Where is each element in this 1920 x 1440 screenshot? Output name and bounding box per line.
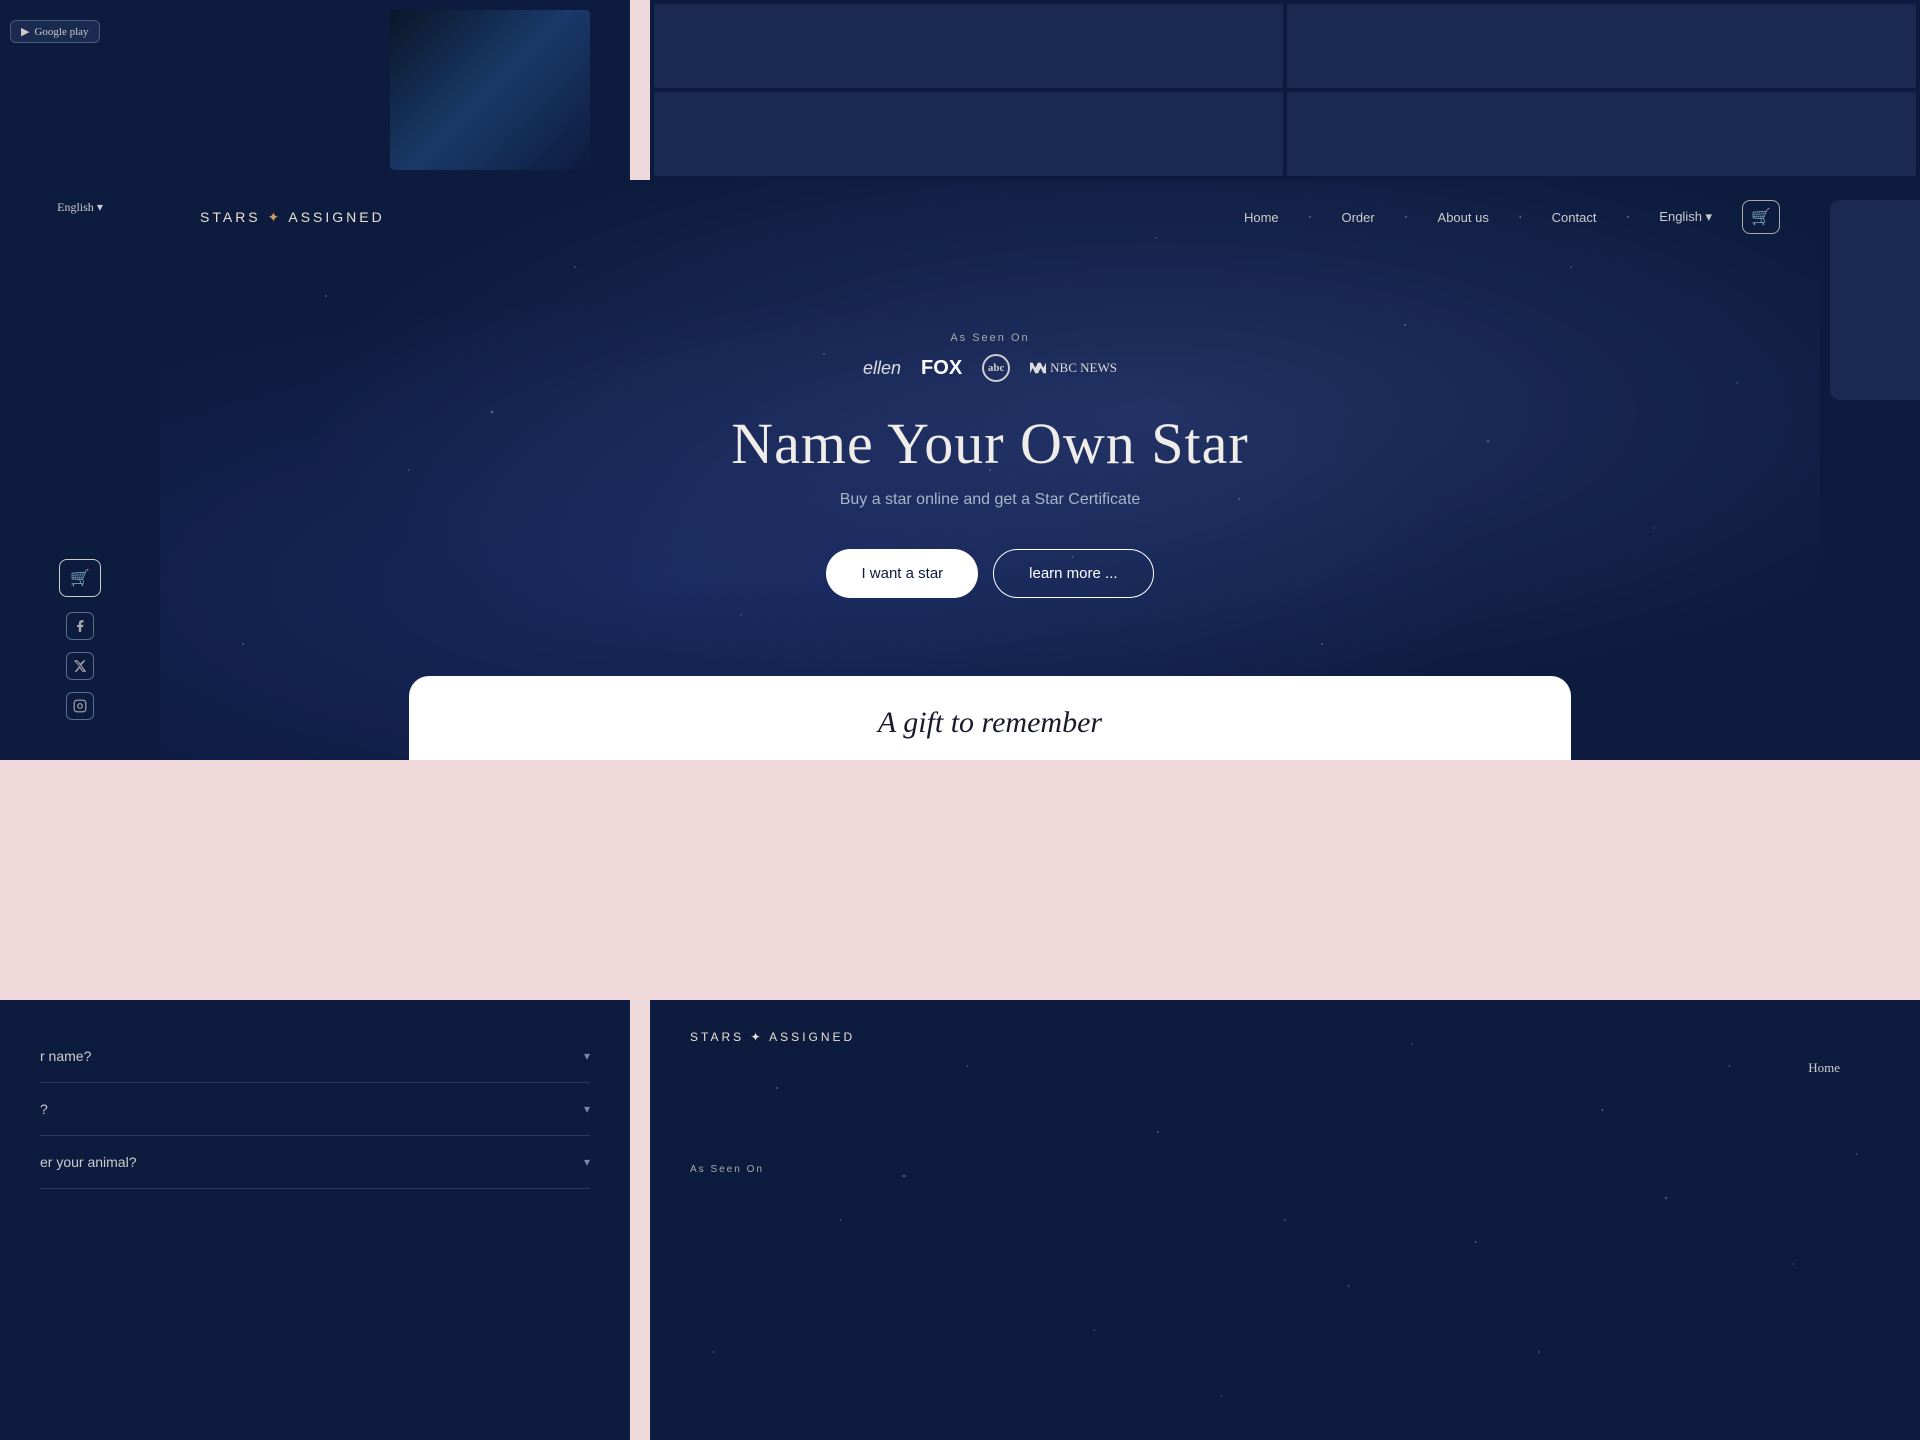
google-play-icon: ▶ — [21, 25, 29, 38]
bottom-right-panel: STARS ✦ ASSIGNED Home As Seen On — [650, 1000, 1920, 1440]
google-play-button[interactable]: ▶ Google play — [10, 20, 100, 43]
faq-question-1: r name? — [40, 1048, 91, 1064]
left-sidebar: English ▾ 🛒 — [0, 180, 160, 760]
media-logo-ellen: ellen — [863, 358, 901, 379]
basket-button-nav[interactable]: 🛒 — [1742, 200, 1780, 234]
nav-language[interactable]: English ▾ — [1659, 209, 1712, 225]
top-left-panel: ▶ Google play — [0, 0, 630, 180]
nav-contact[interactable]: Contact — [1552, 210, 1597, 225]
hero-subtitle: Buy a star online and get a Star Certifi… — [840, 491, 1141, 509]
hero-buttons: I want a star learn more ... — [826, 549, 1153, 598]
gift-card-preview: A gift to remember — [409, 676, 1571, 760]
site-logo: STARS ✦ ASSIGNED — [200, 209, 385, 226]
nav-links: Home • Order • About us • Contact • Engl… — [1244, 200, 1780, 234]
learn-more-button[interactable]: learn more ... — [993, 549, 1153, 598]
top-right-image-grid — [650, 0, 1920, 180]
social-icons — [66, 612, 94, 720]
faq-arrow-2: ▾ — [584, 1102, 590, 1116]
top-strip: ▶ Google play — [0, 0, 1920, 180]
image-cell-nebula — [654, 4, 1283, 88]
faq-item-1[interactable]: r name? ▾ — [40, 1030, 590, 1083]
faq-arrow-3: ▾ — [584, 1155, 590, 1169]
faq-item-3[interactable]: er your animal? ▾ — [40, 1136, 590, 1189]
hero-content: As Seen On ellen FOX abc NBC NEWS Name Y… — [160, 254, 1820, 676]
main-nav: STARS ✦ ASSIGNED Home • Order • About us… — [160, 180, 1820, 254]
hero-card: STARS ✦ ASSIGNED Home • Order • About us… — [160, 180, 1820, 760]
as-seen-on-label: As Seen On — [950, 332, 1029, 344]
phone-right-preview — [1830, 200, 1920, 400]
google-play-label: Google play — [34, 26, 88, 38]
bottom-strip: r name? ▾ ? ▾ er your animal? ▾ STARS ✦ … — [0, 1000, 1920, 1440]
twitter-x-icon[interactable] — [66, 652, 94, 680]
media-logos: ellen FOX abc NBC NEWS — [863, 354, 1117, 382]
chevron-down-icon: ▾ — [97, 200, 103, 214]
want-star-button[interactable]: I want a star — [826, 549, 978, 598]
basket-icon: 🛒 — [70, 570, 90, 587]
gift-section-title: A gift to remember — [449, 706, 1531, 740]
bottom-nav-home[interactable]: Home — [1808, 1060, 1840, 1075]
phone-image — [390, 10, 590, 170]
media-logo-fox: FOX — [921, 357, 962, 380]
bottom-gap — [630, 1000, 650, 1440]
basket-button-left[interactable]: 🛒 — [59, 559, 101, 597]
bottom-as-seen-on: As Seen On — [690, 1164, 1880, 1175]
media-logo-abc: abc — [982, 354, 1010, 382]
bottom-right-content: STARS ✦ ASSIGNED Home As Seen On — [690, 1030, 1880, 1175]
bottom-nav: Home — [1808, 1060, 1840, 1076]
faq-question-2: ? — [40, 1101, 48, 1117]
nav-about[interactable]: About us — [1438, 210, 1489, 225]
media-logo-nbc: NBC NEWS — [1030, 360, 1117, 376]
instagram-icon[interactable] — [66, 692, 94, 720]
faq-item-2[interactable]: ? ▾ — [40, 1083, 590, 1136]
top-gap — [630, 0, 650, 180]
nav-order[interactable]: Order — [1341, 210, 1374, 225]
faq-arrow-1: ▾ — [584, 1049, 590, 1063]
language-label: English — [57, 200, 94, 214]
logo-accent: ✦ — [268, 209, 283, 225]
bottom-left-faq: r name? ▾ ? ▾ er your animal? ▾ — [0, 1000, 630, 1440]
hero-title: Name Your Own Star — [731, 412, 1248, 476]
middle-section: English ▾ 🛒 STARS ✦ ASSIGNED — [0, 180, 1920, 760]
language-selector[interactable]: English ▾ — [57, 200, 103, 215]
image-cell-person1 — [1287, 4, 1916, 88]
image-cell-person2 — [1287, 92, 1916, 176]
faq-question-3: er your animal? — [40, 1154, 137, 1170]
right-sidebar — [1820, 180, 1920, 760]
gift-card-preview-area: A gift to remember — [160, 676, 1820, 760]
facebook-icon[interactable] — [66, 612, 94, 640]
nav-home[interactable]: Home — [1244, 210, 1279, 225]
image-cell-child — [654, 92, 1283, 176]
bottom-logo: STARS ✦ ASSIGNED — [690, 1030, 1880, 1044]
